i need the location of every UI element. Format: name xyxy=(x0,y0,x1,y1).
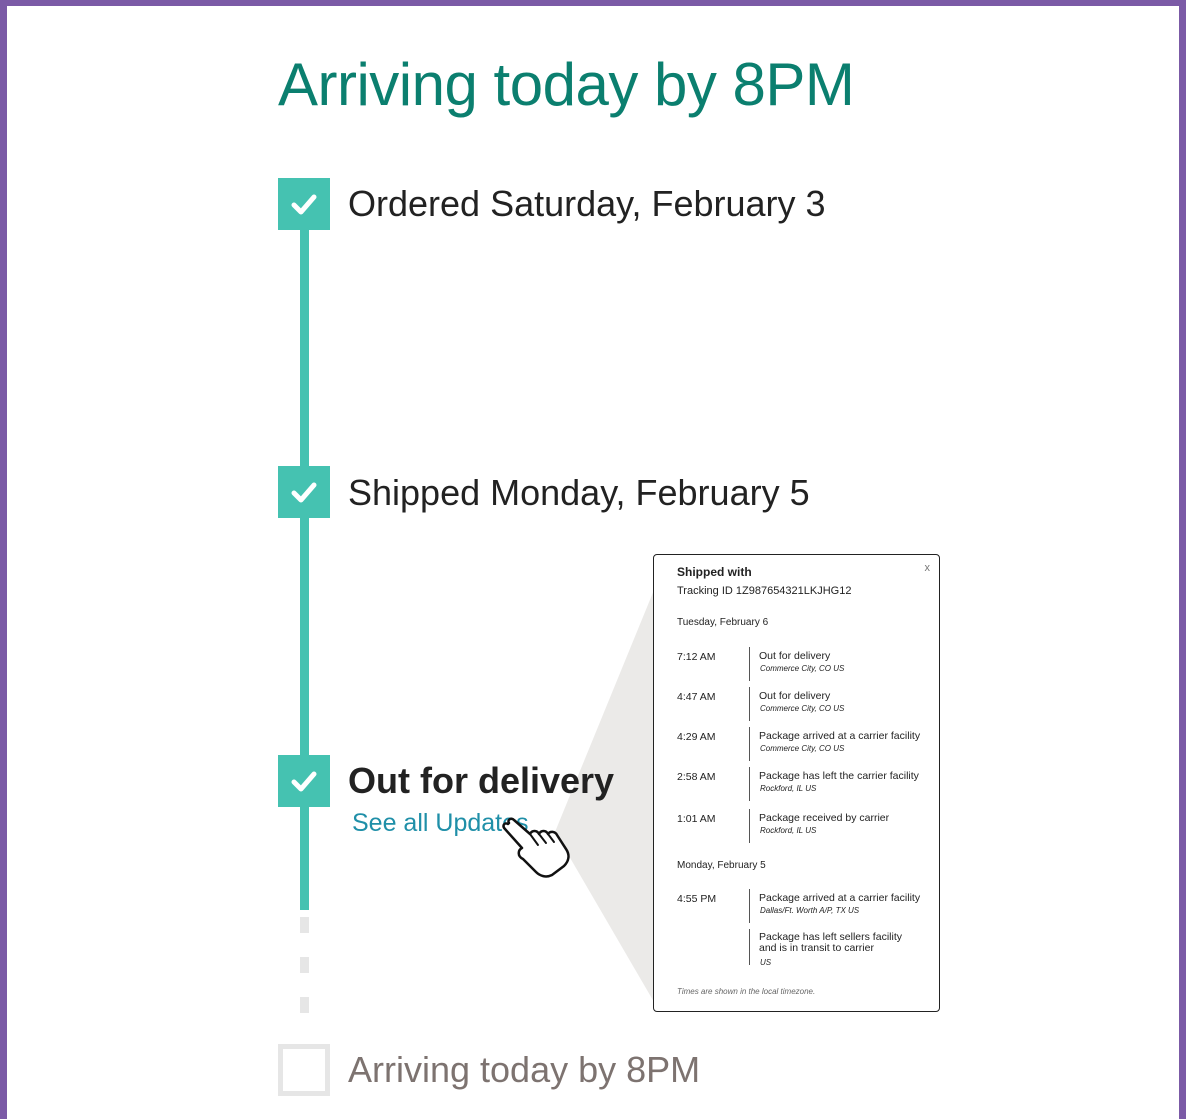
tracking-id: Tracking ID 1Z987654321LKJHG12 xyxy=(677,585,852,597)
event-time: 1:01 AM xyxy=(677,813,716,825)
event-location: US xyxy=(760,958,772,967)
event-divider xyxy=(749,889,750,923)
event-description: Package received by carrier xyxy=(759,812,890,824)
event-divider xyxy=(749,929,750,965)
event-description: Package arrived at a carrier facility xyxy=(759,892,921,904)
pending-checkbox xyxy=(278,1044,330,1096)
event-description: Out for delivery xyxy=(759,650,831,662)
day-heading: Monday, February 5 xyxy=(677,860,766,871)
event-divider xyxy=(749,727,750,761)
event-location: Commerce City, CO US xyxy=(760,744,845,753)
hand-pointer-icon xyxy=(502,817,570,878)
event-divider xyxy=(749,687,750,721)
timezone-footnote: Times are shown in the local timezone. xyxy=(677,987,816,996)
event-location: Commerce City, CO US xyxy=(760,704,845,713)
event-location: Rockford, IL US xyxy=(760,784,817,793)
event-location: Dallas/Ft. Worth A/P, TX US xyxy=(760,906,860,915)
check-icon xyxy=(278,755,330,807)
event-time: 4:47 AM xyxy=(677,691,716,703)
event-location: Commerce City, CO US xyxy=(760,664,845,673)
popup-callout-pointer xyxy=(555,590,654,1002)
day-heading: Tuesday, February 6 xyxy=(677,617,769,628)
event-description-line: and is in transit to carrier xyxy=(759,942,874,954)
event-description: Package has left the carrier facility xyxy=(759,770,919,782)
event-time: 4:55 PM xyxy=(677,893,717,905)
event-time: 7:12 AM xyxy=(677,651,716,663)
event-divider xyxy=(749,809,750,843)
event-location: Rockford, IL US xyxy=(760,826,817,835)
step-arriving-label: Arriving today by 8PM xyxy=(348,1049,701,1090)
step-out-for-delivery-label: Out for delivery xyxy=(348,760,615,801)
popup-title: Shipped with xyxy=(677,565,752,579)
tracking-updates-popup: x Shipped with Tracking ID 1Z987654321LK… xyxy=(653,554,940,1012)
event-description: Out for delivery xyxy=(759,690,831,702)
close-icon[interactable]: x xyxy=(925,562,931,574)
event-divider xyxy=(749,767,750,801)
event-time: 2:58 AM xyxy=(677,771,716,783)
event-divider xyxy=(749,647,750,681)
event-description: Package arrived at a carrier facility xyxy=(759,730,921,742)
event-time: 4:29 AM xyxy=(677,731,716,743)
